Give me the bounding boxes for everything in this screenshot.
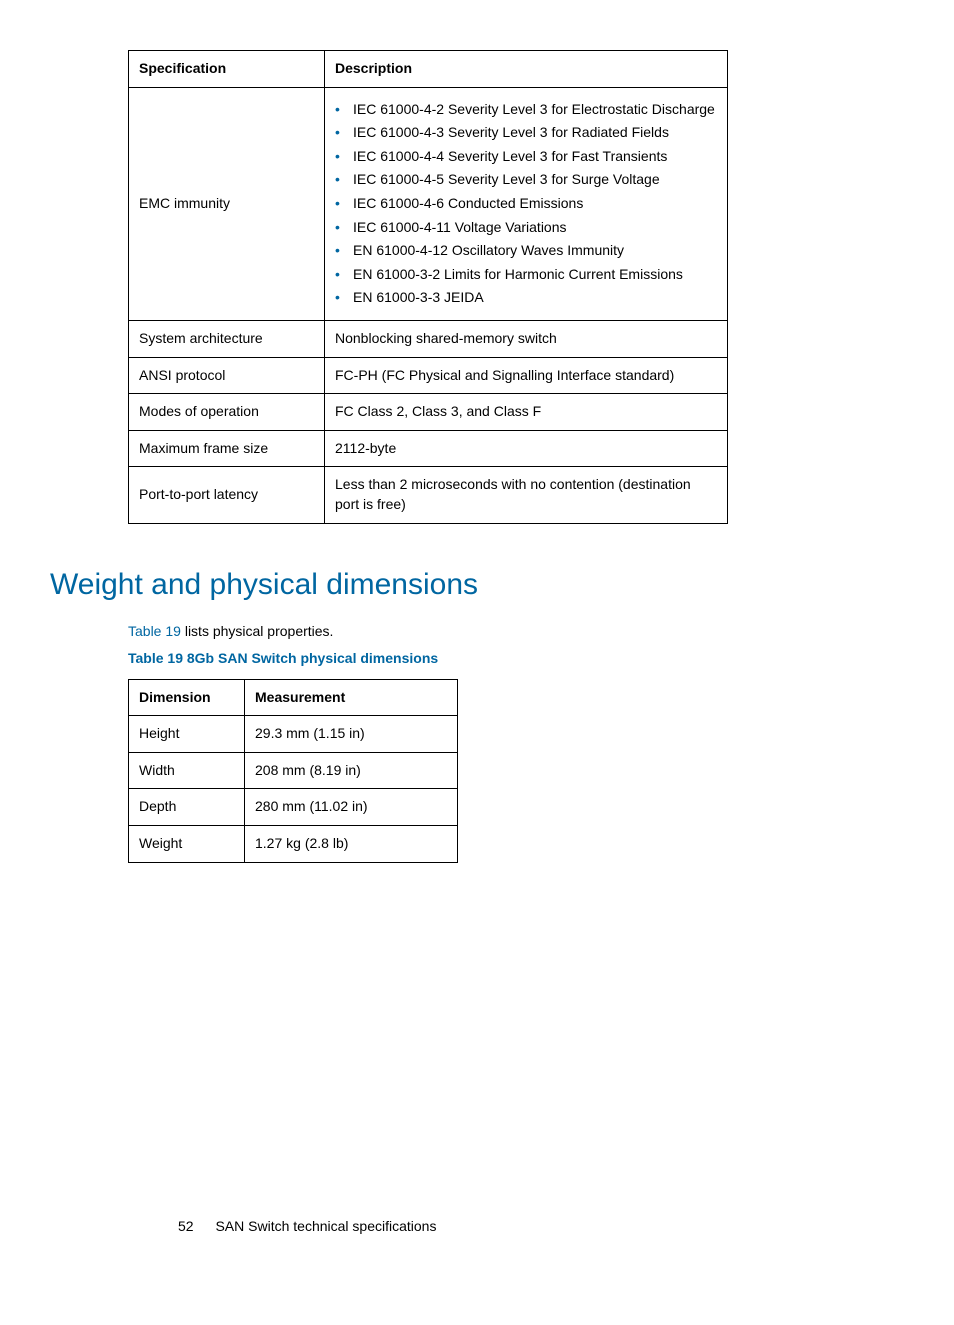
spec-cell-name: Port-to-port latency [129, 467, 325, 523]
table-row: Width208 mm (8.19 in) [129, 752, 458, 789]
intro-rest: lists physical properties. [181, 623, 334, 639]
spec-header-description: Description [325, 51, 728, 88]
page-footer: 52 SAN Switch technical specifications [178, 1217, 436, 1237]
spec-cell-desc: 2112-byte [325, 430, 728, 467]
dim-cell-measurement: 208 mm (8.19 in) [245, 752, 458, 789]
table-row: System architectureNonblocking shared-me… [129, 320, 728, 357]
dim-header-measurement: Measurement [245, 679, 458, 716]
table-row: Depth280 mm (11.02 in) [129, 789, 458, 826]
dim-cell-measurement: 1.27 kg (2.8 lb) [245, 826, 458, 863]
specification-table: Specification Description EMC immunity IE… [128, 50, 728, 524]
dim-cell-measurement: 29.3 mm (1.15 in) [245, 716, 458, 753]
spec-cell-desc: IEC 61000-4-2 Severity Level 3 for Elect… [325, 87, 728, 320]
dim-cell-name: Width [129, 752, 245, 789]
table-row: Modes of operationFC Class 2, Class 3, a… [129, 394, 728, 431]
spec-cell-desc: Nonblocking shared-memory switch [325, 320, 728, 357]
spec-bullet-item: IEC 61000-4-2 Severity Level 3 for Elect… [335, 100, 717, 120]
dim-header-dimension: Dimension [129, 679, 245, 716]
table-row: EMC immunity IEC 61000-4-2 Severity Level… [129, 87, 728, 320]
section-heading: Weight and physical dimensions [50, 564, 824, 606]
spec-cell-name: EMC immunity [129, 87, 325, 320]
footer-title: SAN Switch technical specifications [215, 1218, 436, 1234]
spec-bullet-list: IEC 61000-4-2 Severity Level 3 for Elect… [335, 100, 717, 308]
table-row: Weight1.27 kg (2.8 lb) [129, 826, 458, 863]
spec-bullet-item: EN 61000-3-3 JEIDA [335, 288, 717, 308]
dimensions-table: Dimension Measurement Height29.3 mm (1.1… [128, 679, 458, 863]
table-row: Port-to-port latencyLess than 2 microsec… [129, 467, 728, 523]
spec-bullet-item: IEC 61000-4-5 Severity Level 3 for Surge… [335, 170, 717, 190]
spec-bullet-item: IEC 61000-4-4 Severity Level 3 for Fast … [335, 147, 717, 167]
table-19-caption: Table 19 8Gb SAN Switch physical dimensi… [128, 649, 824, 669]
dim-cell-name: Weight [129, 826, 245, 863]
table-row: ANSI protocolFC-PH (FC Physical and Sign… [129, 357, 728, 394]
page-number: 52 [178, 1218, 194, 1234]
table-row: Height29.3 mm (1.15 in) [129, 716, 458, 753]
spec-cell-name: System architecture [129, 320, 325, 357]
spec-bullet-item: IEC 61000-4-3 Severity Level 3 for Radia… [335, 123, 717, 143]
intro-text: Table 19 lists physical properties. [128, 622, 824, 642]
spec-bullet-item: IEC 61000-4-6 Conducted Emissions [335, 194, 717, 214]
spec-header-specification: Specification [129, 51, 325, 88]
spec-cell-name: Maximum frame size [129, 430, 325, 467]
dim-cell-measurement: 280 mm (11.02 in) [245, 789, 458, 826]
dim-cell-name: Height [129, 716, 245, 753]
spec-cell-name: ANSI protocol [129, 357, 325, 394]
dim-cell-name: Depth [129, 789, 245, 826]
spec-cell-desc: FC Class 2, Class 3, and Class F [325, 394, 728, 431]
table-row: Maximum frame size2112-byte [129, 430, 728, 467]
spec-cell-desc: Less than 2 microseconds with no content… [325, 467, 728, 523]
table-19-link[interactable]: Table 19 [128, 623, 181, 639]
spec-bullet-item: IEC 61000-4-11 Voltage Variations [335, 218, 717, 238]
spec-bullet-item: EN 61000-3-2 Limits for Harmonic Current… [335, 265, 717, 285]
spec-cell-name: Modes of operation [129, 394, 325, 431]
spec-cell-desc: FC-PH (FC Physical and Signalling Interf… [325, 357, 728, 394]
spec-bullet-item: EN 61000-4-12 Oscillatory Waves Immunity [335, 241, 717, 261]
